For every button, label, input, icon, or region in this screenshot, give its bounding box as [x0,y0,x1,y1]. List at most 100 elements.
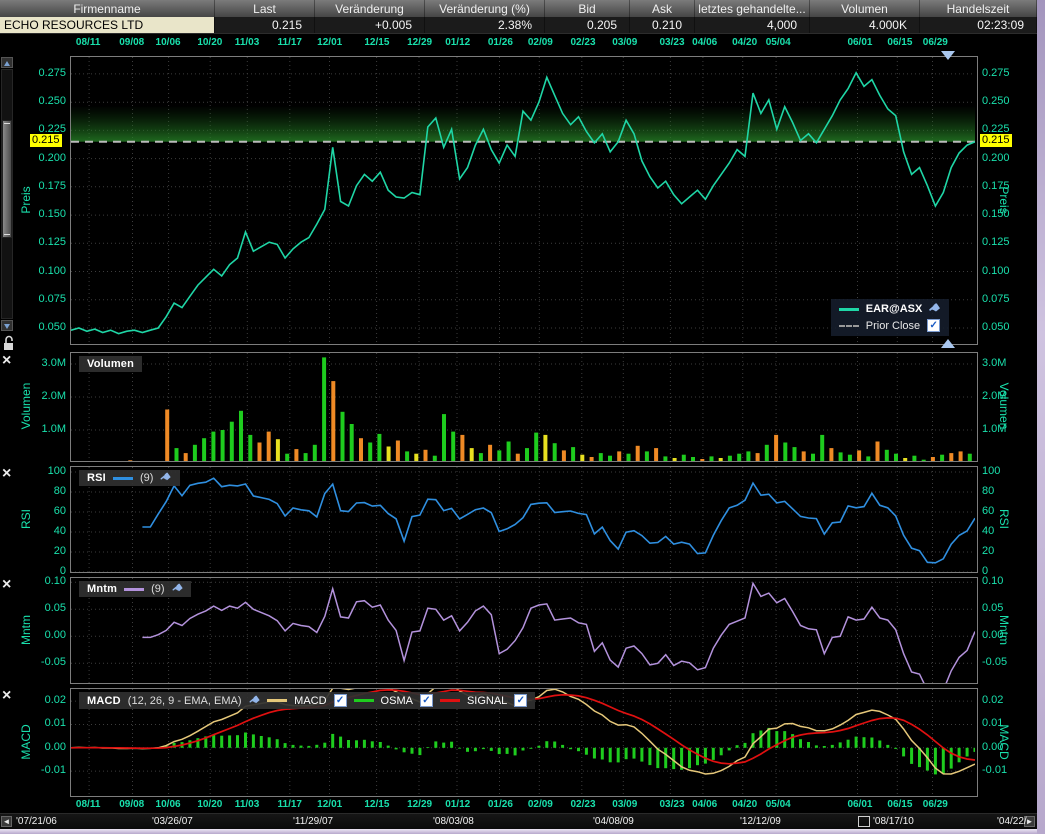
rsi-panel[interactable]: RSI (9) ☚ [70,466,978,573]
mntm-plot[interactable] [71,578,975,683]
y-tick-label: 80 [982,485,1032,497]
date-tick-label: 01/26 [488,37,513,48]
osma-bar [300,746,303,748]
quote-value-row: ECHO RESOURCES LTD 0.215 +0.005 2.38% 0.… [0,17,1037,34]
signal-checkbox[interactable]: ✓ [514,694,527,707]
volume-bar [931,457,935,461]
price-chart-panel[interactable]: EAR@ASX ☚ Prior Close ✓ [70,56,978,345]
osma-checkbox[interactable]: ✓ [420,694,433,707]
volume-bar [608,456,612,461]
osma-bar [720,748,723,756]
signal-swatch [440,699,460,702]
volume-bar [765,445,769,461]
mntm-swatch [124,588,144,591]
volume-bar [829,448,833,461]
timeline-thumb[interactable] [858,816,870,827]
date-tick-label: 10/20 [197,37,222,48]
osma-bar [672,748,675,769]
price-series-label: EAR@ASX [866,303,923,315]
hand-drag-icon[interactable]: ☚ [170,581,185,596]
macd-legend-label: MACD [294,695,326,707]
prior-close-checkbox[interactable]: ✓ [927,319,940,332]
close-mntm-panel-button[interactable]: × [2,578,11,592]
gridlines [71,578,975,683]
volume-bar [848,455,852,461]
volume-bar [405,451,409,461]
date-tick-label: 01/26 [488,799,513,810]
macd-panel[interactable]: MACD (12, 26, 9 - EMA, EMA) ☚ MACD ✓ OSM… [70,688,978,797]
osma-bar [870,738,873,748]
osma-bar [395,748,398,750]
hand-drag-icon[interactable]: ☚ [247,693,262,708]
osma-bar [648,748,651,765]
volume-bar [479,453,483,461]
scroll-up-button[interactable] [1,57,13,68]
volume-bar [534,433,538,461]
osma-bar [474,748,477,751]
osma-bar [712,748,715,760]
close-volume-panel-button[interactable]: × [2,354,11,368]
volume-bar [654,448,658,461]
date-tick-label: 03/23 [659,37,684,48]
osma-bar [593,748,596,759]
volume-bar [267,432,271,461]
osma-bar [855,737,858,748]
mntm-line [142,583,975,683]
date-tick-label: 12/29 [407,37,432,48]
y-tick-label: 0.250 [982,95,1032,107]
close-macd-panel-button[interactable]: × [2,689,11,703]
osma-bar [696,748,699,765]
volume-bar [341,412,345,461]
volume-bar [331,381,335,461]
volume-bar [442,414,446,461]
axis-title-right: MACD [997,724,1011,759]
date-tick-label: 03/23 [659,799,684,810]
volume-plot[interactable] [71,353,975,461]
last-price-tag: 0.215 [980,134,1012,147]
osma-bar [886,745,889,748]
osma-bar [498,748,501,754]
volume-bar [377,434,381,461]
scroll-down-button[interactable] [1,320,13,331]
volume-bar [728,456,732,461]
axis-title-left: MACD [19,724,33,759]
y-tick-label: -0.01 [20,764,66,776]
change-pct-value: 2.38% [425,17,545,33]
company-name-value[interactable]: ECHO RESOURCES LTD [0,17,215,33]
date-tick-label: 03/09 [612,799,637,810]
rsi-panel-title: RSI [87,472,106,484]
volume-panel[interactable]: Volumen [70,352,978,462]
collapse-up-marker[interactable] [941,339,955,348]
osma-bar [220,736,223,748]
timeline-scrollbar[interactable]: ◄ ► '07/21/06'03/26/07'11/29/07'08/03/08… [0,813,1037,829]
volume-bar [571,447,575,461]
volume-bar [912,456,916,461]
hand-drag-icon[interactable]: ☚ [927,301,942,316]
momentum-panel[interactable]: Mntm (9) ☚ [70,577,978,684]
osma-bar [553,742,556,748]
collapse-down-marker[interactable] [941,51,955,60]
volume-bar [322,357,326,461]
timeline-left-arrow[interactable]: ◄ [1,816,12,827]
date-tick-label: 11/17 [277,799,301,810]
y-tick-label: 0.02 [20,694,66,706]
y-tick-label: 20 [20,545,66,557]
date-tick-label: 05/04 [766,37,791,48]
axis-title-right: Mntm [997,615,1011,645]
date-tick-label: 12/15 [364,37,389,48]
volume-bar [350,424,354,461]
volume-bar [304,453,308,461]
hand-drag-icon[interactable]: ☚ [159,470,174,485]
date-tick-label: 02/23 [571,37,596,48]
macd-checkbox[interactable]: ✓ [334,694,347,707]
unlock-icon[interactable] [2,335,15,351]
osma-bar [942,748,945,774]
osma-bar [894,748,897,749]
rsi-plot[interactable] [71,467,975,572]
date-tick-label: 02/09 [528,799,553,810]
close-rsi-panel-button[interactable]: × [2,467,11,481]
axis-title-left: Mntm [19,615,33,645]
price-scrollbar-thumb[interactable] [2,120,12,238]
date-tick-label: 11/03 [235,799,259,810]
signal-legend-label: SIGNAL [467,695,507,707]
